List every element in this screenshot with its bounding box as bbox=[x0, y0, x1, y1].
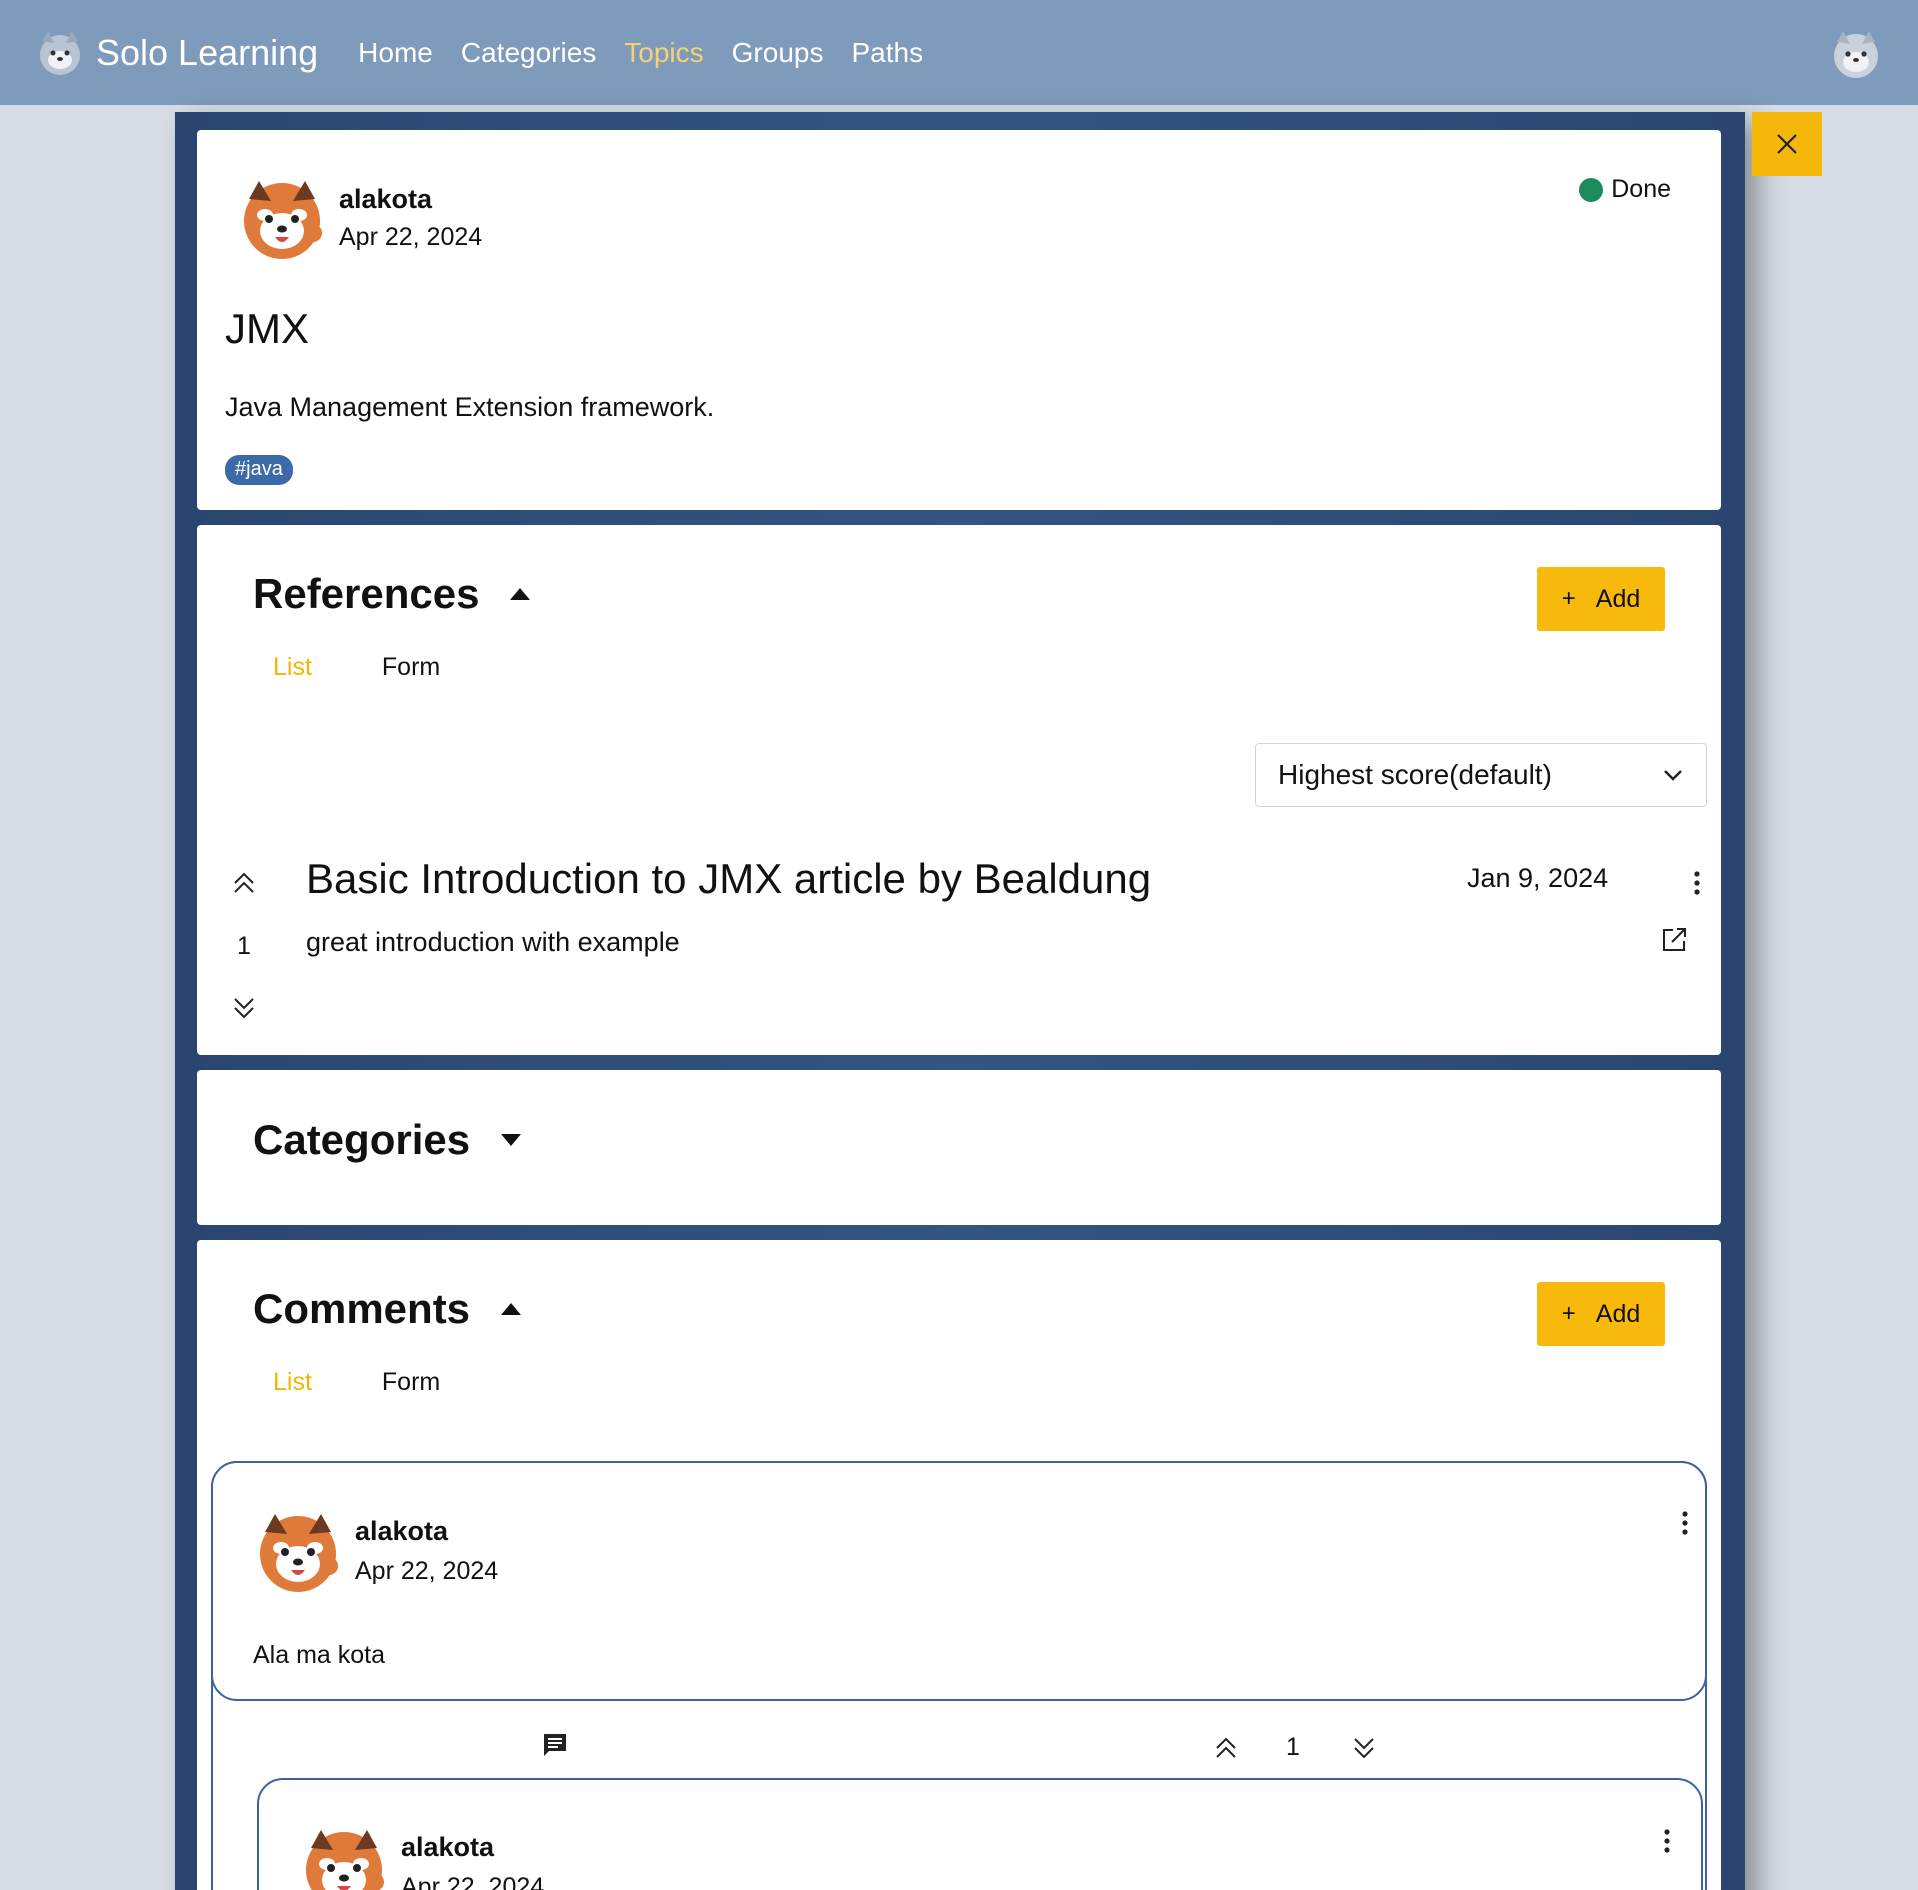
nav-topics[interactable]: Topics bbox=[624, 37, 703, 69]
tab-references-list[interactable]: List bbox=[273, 653, 312, 682]
more-options-icon[interactable] bbox=[1663, 1828, 1671, 1854]
upvote-icon[interactable] bbox=[1213, 1735, 1239, 1761]
comments-header[interactable]: Comments bbox=[253, 1285, 522, 1333]
upvote-icon[interactable] bbox=[231, 870, 257, 896]
references-header[interactable]: References bbox=[253, 570, 531, 618]
chevron-down-icon bbox=[1664, 770, 1682, 781]
reference-title[interactable]: Basic Introduction to JMX article by Bea… bbox=[306, 855, 1151, 903]
comment-author-name[interactable]: alakota bbox=[355, 1516, 498, 1547]
tab-references-form[interactable]: Form bbox=[382, 653, 440, 682]
author-avatar[interactable] bbox=[299, 1824, 389, 1890]
downvote-icon[interactable] bbox=[1351, 1735, 1377, 1761]
close-modal-button[interactable] bbox=[1752, 112, 1822, 176]
caret-down-icon[interactable] bbox=[500, 1133, 522, 1147]
downvote-icon[interactable] bbox=[231, 995, 257, 1021]
status-label: Done bbox=[1611, 175, 1671, 203]
comment-text: Ala ma kota bbox=[253, 1641, 386, 1669]
comment-date: Apr 22, 2024 bbox=[355, 1557, 499, 1585]
topic-date: Apr 22, 2024 bbox=[339, 223, 483, 251]
add-comment-button[interactable]: + Add bbox=[1537, 1282, 1665, 1346]
sort-selected-value: Highest score(default) bbox=[1278, 759, 1552, 790]
topic-description: Java Management Extension framework. bbox=[225, 392, 715, 422]
author-name[interactable]: alakota bbox=[339, 184, 482, 215]
author-avatar[interactable] bbox=[253, 1508, 343, 1594]
user-avatar[interactable] bbox=[1828, 26, 1884, 82]
reply-author-name[interactable]: alakota bbox=[401, 1832, 544, 1863]
reference-date: Jan 9, 2024 bbox=[1467, 863, 1609, 893]
add-comment-label: Add bbox=[1595, 1299, 1641, 1328]
nav-paths[interactable]: Paths bbox=[851, 37, 923, 69]
references-title: References bbox=[253, 570, 480, 617]
categories-header[interactable]: Categories bbox=[253, 1116, 522, 1164]
topic-title: JMX bbox=[225, 305, 309, 352]
tab-comments-form[interactable]: Form bbox=[382, 1368, 440, 1397]
reference-description: great introduction with example bbox=[306, 927, 680, 957]
add-reference-button[interactable]: + Add bbox=[1537, 567, 1665, 631]
nav-groups[interactable]: Groups bbox=[732, 37, 824, 69]
comments-title: Comments bbox=[253, 1285, 471, 1332]
plus-icon: + bbox=[1561, 1300, 1576, 1327]
red-panda-logo-icon bbox=[40, 30, 80, 75]
comments-card: Comments + Add List Form alakota Apr 22,… bbox=[197, 1240, 1721, 1890]
comment-author: alakota Apr 22, 2024 bbox=[253, 1508, 498, 1594]
status-dot-icon bbox=[1579, 177, 1604, 202]
external-link-icon[interactable] bbox=[1659, 925, 1689, 955]
references-card: References + Add List Form Highest score… bbox=[197, 525, 1721, 1055]
status-badge: Done bbox=[1579, 175, 1671, 204]
tag-java[interactable]: #java bbox=[225, 455, 293, 485]
caret-up-icon[interactable] bbox=[509, 587, 531, 601]
topic-author: alakota Apr 22, 2024 bbox=[237, 175, 482, 261]
reply-date: Apr 22, 2024 bbox=[401, 1873, 545, 1890]
more-options-icon[interactable] bbox=[1693, 870, 1701, 896]
caret-up-icon[interactable] bbox=[500, 1302, 522, 1316]
reference-score: 1 bbox=[237, 932, 251, 960]
categories-card: Categories bbox=[197, 1070, 1721, 1225]
brand-name: Solo Learning bbox=[96, 31, 319, 73]
categories-title: Categories bbox=[253, 1116, 471, 1163]
comment-score: 1 bbox=[1286, 1733, 1300, 1761]
topic-modal: alakota Apr 22, 2024 Done JMX Java Manag… bbox=[175, 112, 1745, 1890]
references-tabs: List Form bbox=[273, 653, 510, 682]
more-options-icon[interactable] bbox=[1681, 1510, 1689, 1536]
comment-actions: 1 bbox=[213, 1731, 1705, 1771]
comment-item: alakota Apr 22, 2024 Ala ma kota bbox=[211, 1461, 1707, 1701]
reply-author: alakota Apr 22, 2024 bbox=[299, 1824, 544, 1890]
author-avatar[interactable] bbox=[237, 175, 327, 261]
sort-select[interactable]: Highest score(default) bbox=[1255, 743, 1707, 807]
reply-item: alakota Apr 22, 2024 bbox=[257, 1778, 1703, 1890]
nav-home[interactable]: Home bbox=[358, 37, 433, 69]
topic-card: alakota Apr 22, 2024 Done JMX Java Manag… bbox=[197, 130, 1721, 510]
top-navbar: Solo Learning Home Categories Topics Gro… bbox=[0, 0, 1918, 105]
brand[interactable]: Solo Learning bbox=[34, 27, 344, 79]
reply-icon[interactable] bbox=[541, 1731, 569, 1759]
plus-icon: + bbox=[1561, 585, 1576, 612]
comments-tabs: List Form bbox=[273, 1368, 510, 1397]
close-icon bbox=[1777, 134, 1797, 154]
tab-comments-list[interactable]: List bbox=[273, 1368, 312, 1397]
comment-thread: alakota Apr 22, 2024 Ala ma kota 1 alako… bbox=[211, 1461, 1707, 1890]
nav-categories[interactable]: Categories bbox=[461, 37, 596, 69]
add-reference-label: Add bbox=[1595, 584, 1641, 613]
